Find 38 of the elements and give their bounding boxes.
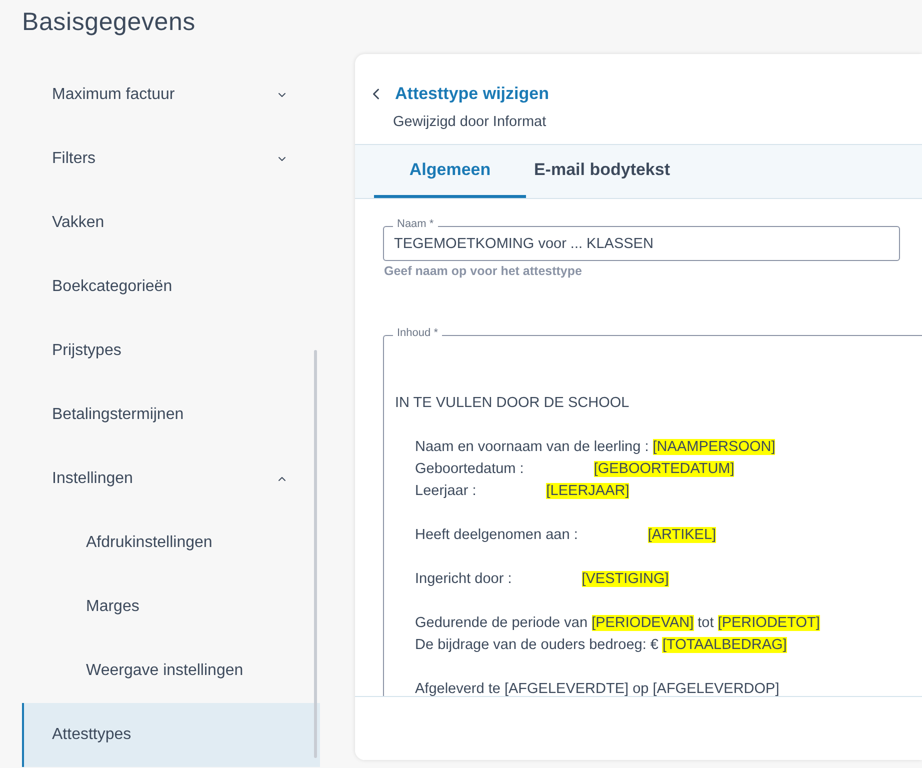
- sidebar-subitem[interactable]: Marges: [22, 575, 320, 639]
- sidebar-item-label: Prijstypes: [52, 342, 122, 360]
- sidebar-item[interactable]: Instellingen: [22, 447, 320, 511]
- sidebar-item[interactable]: Attesttypes: [22, 703, 320, 767]
- content-line: Geboortedatum : [GEBOORTEDATUM]: [415, 460, 734, 479]
- sidebar-item[interactable]: Filters: [22, 127, 320, 191]
- helper-text: Geef naam op voor het attesttype: [384, 264, 583, 278]
- content-line: Ingericht door : [VESTIGING]: [415, 570, 669, 589]
- content-heading: IN TE VULLEN DOOR DE SCHOOL: [395, 394, 630, 413]
- sidebar-item[interactable]: Boekcategorieën: [22, 255, 320, 319]
- field-label: Naam *: [393, 218, 438, 230]
- content-line: Gedurende de periode van [PERIODEVAN] tot [PERIODETOT]: [415, 614, 820, 633]
- sidebar-subitem[interactable]: Afdrukinstellingen: [22, 511, 320, 575]
- scrollbar[interactable]: [314, 350, 317, 758]
- sidebar-item-label: Attesttypes: [52, 726, 132, 744]
- sidebar-subitem[interactable]: Weergave instellingen: [22, 639, 320, 703]
- sidebar-item-label: Boekcategorieën: [52, 278, 172, 296]
- content-line: Leerjaar : [LEERJAAR]: [415, 482, 630, 501]
- sidebar-item-label: Filters: [52, 150, 96, 168]
- page-title: Basisgegevens: [22, 8, 196, 37]
- sidebar-item-label: Instellingen: [52, 470, 133, 488]
- name-field[interactable]: TEGEMOETKOMING voor ... KLASSEN: [383, 226, 900, 261]
- content-line: Afgeleverd te [AFGELEVERDTE] op [AFGELEVERDOP]: [415, 680, 780, 696]
- sidebar-item[interactable]: Vakken: [22, 191, 320, 255]
- tab[interactable]: Algemeen: [374, 145, 526, 198]
- sidebar-item[interactable]: Prijstypes: [22, 319, 320, 383]
- field-label: Inhoud *: [393, 327, 442, 339]
- content-line: De bijdrage van de ouders bedroeg: € [TOTAALBEDRAG]: [415, 636, 787, 655]
- tab[interactable]: E-mail bodytekst: [526, 145, 678, 198]
- panel-title: Attesttype wijzigen: [395, 84, 549, 104]
- sidebar-item-label: Maximum factuur: [52, 86, 175, 104]
- content-line: Naam en voornaam van de leerling : [NAAMPERSOON]: [415, 438, 776, 457]
- panel-subtitle: Gewijzigd door Informat: [393, 114, 548, 130]
- sidebar-item-label: Betalingstermijnen: [52, 406, 184, 424]
- content-line: Heeft deelgenomen aan : [ARTIKEL]: [415, 526, 716, 545]
- sidebar-item[interactable]: Maximum factuur: [22, 63, 320, 127]
- sidebar-item-label: Vakken: [52, 214, 104, 232]
- sidebar-item[interactable]: Betalingstermijnen: [22, 383, 320, 447]
